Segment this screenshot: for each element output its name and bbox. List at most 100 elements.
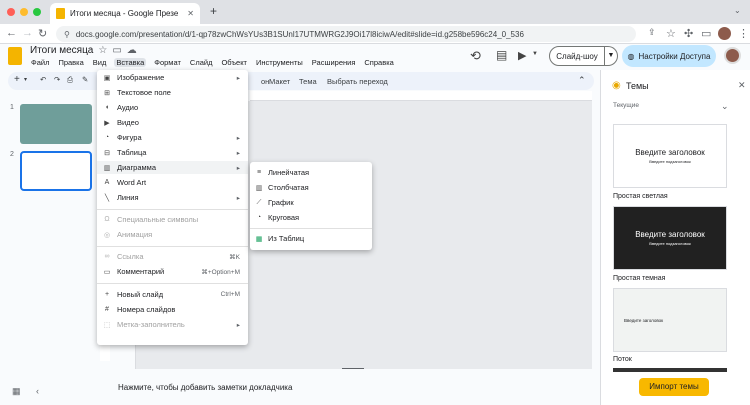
insert-chart-item[interactable]: ▥ Диаграмма ▸ (97, 161, 248, 174)
forward-icon[interactable]: → (22, 27, 33, 39)
insert-line-item[interactable]: ╲ Линия ▸ (97, 191, 248, 204)
close-window-icon[interactable] (7, 8, 15, 16)
url-text: docs.google.com/presentation/d/1-qp78zwC… (75, 29, 524, 39)
move-folder-icon[interactable]: ▭ (112, 45, 121, 56)
insert-special-chars-item[interactable]: Ω Специальные символы (97, 213, 248, 226)
column-chart-icon: ▥ (255, 184, 263, 192)
minimize-window-icon[interactable] (20, 8, 28, 16)
collapse-toolbar-icon[interactable]: ⌃ (578, 75, 586, 86)
menu-bar: Файл Правка Вид Вставка Формат Слайд Объ… (30, 58, 395, 67)
theme-simple-light[interactable]: Введите заголовок Введите подзаголовок (613, 124, 727, 188)
wordart-icon: A (104, 179, 110, 186)
meet-icon[interactable]: ▶ (518, 49, 526, 62)
document-title[interactable]: Итоги месяца (30, 45, 93, 56)
theme-name: Простая светлая (613, 193, 668, 200)
menu-object[interactable]: Объект (220, 58, 248, 67)
browser-menu-icon[interactable]: ⋮ (738, 27, 749, 40)
url-field[interactable]: ⚲ docs.google.com/presentation/d/1-qp78z… (56, 26, 636, 42)
menu-view[interactable]: Вид (92, 58, 108, 67)
site-info-icon[interactable]: ⚲ (64, 30, 70, 39)
menu-format[interactable]: Формат (153, 58, 182, 67)
browser-tab-bar: Итоги месяца - Google Презе ✕ + ⌄ (0, 0, 750, 24)
insert-image-item[interactable]: ▣ Изображение ▸ (97, 71, 248, 84)
new-slide-icon[interactable]: + (14, 74, 20, 85)
insert-textbox-item[interactable]: ⊞ Текстовое поле (97, 86, 248, 99)
insert-animation-item[interactable]: ◎ Анимация (97, 228, 248, 241)
insert-slide-numbers-item[interactable]: # Номера слайдов (97, 303, 248, 316)
theme-flow[interactable]: Введите заголовок (613, 288, 727, 352)
close-panel-icon[interactable]: ✕ (738, 80, 746, 91)
insert-comment-item[interactable]: ▭ Комментарий ⌘+Option+M (97, 265, 248, 278)
insert-table-item[interactable]: ⊟ Таблица ▸ (97, 146, 248, 159)
cloud-status-icon[interactable]: ☁ (127, 45, 137, 56)
section-chevron-icon[interactable]: ⌄ (721, 101, 729, 112)
maximize-window-icon[interactable] (33, 8, 41, 16)
browser-tab[interactable]: Итоги месяца - Google Презе ✕ (50, 3, 200, 24)
menu-extensions[interactable]: Расширения (311, 58, 357, 67)
sidebar-icon[interactable]: ▭ (701, 27, 711, 40)
undo-icon[interactable]: ↶ (40, 75, 46, 84)
insert-audio-item[interactable]: ◖ Аудио (97, 101, 248, 114)
close-tab-icon[interactable]: ✕ (187, 9, 194, 18)
speaker-notes-placeholder[interactable]: Нажмите, чтобы добавить заметки докладчи… (118, 383, 292, 392)
pie-chart-icon: ◔ (256, 214, 262, 221)
account-avatar[interactable] (724, 47, 741, 64)
slide-thumbnail-1[interactable] (20, 104, 92, 144)
bar-chart-item[interactable]: ≡ Линейчатая (250, 166, 372, 179)
new-slide-dropdown-icon[interactable]: ▾ (24, 76, 27, 83)
grid-view-icon[interactable]: ▦ (12, 386, 21, 397)
notes-resize-handle[interactable] (342, 368, 364, 369)
reload-icon[interactable]: ↻ (38, 27, 47, 40)
insert-wordart-item[interactable]: A Word Art (97, 176, 248, 189)
insert-video-item[interactable]: ▶ Видео (97, 116, 248, 129)
column-chart-item[interactable]: ▥ Столбчатая (250, 181, 372, 194)
slide-thumbnail-2[interactable] (20, 151, 92, 191)
theme-next-preview[interactable] (613, 368, 727, 372)
from-sheets-item[interactable]: ▦ Из Таблиц (250, 232, 372, 245)
theme-simple-dark[interactable]: Введите заголовок Введите подзаголовок (613, 206, 727, 270)
slideshow-button[interactable]: Слайд-шоу (549, 46, 605, 66)
image-icon: ▣ (103, 74, 111, 82)
pie-chart-item[interactable]: ◔ Круговая (250, 211, 372, 224)
insert-new-slide-item[interactable]: + Новый слайд Ctrl+M (97, 288, 248, 301)
menu-insert[interactable]: Вставка (114, 58, 147, 67)
menu-tools[interactable]: Инструменты (255, 58, 304, 67)
import-theme-button[interactable]: Импорт темы (639, 378, 709, 396)
submenu-divider (250, 228, 372, 229)
slides-logo-icon[interactable] (8, 47, 22, 65)
paint-format-icon[interactable]: ✎ (82, 75, 88, 84)
slides-favicon-icon (56, 8, 65, 19)
menu-slide[interactable]: Слайд (189, 58, 214, 67)
slide-number-icon: # (105, 306, 109, 313)
extensions-icon[interactable]: ✣ (684, 27, 693, 40)
redo-icon[interactable]: ↷ (54, 75, 60, 84)
profile-avatar[interactable] (718, 27, 731, 40)
line-chart-item[interactable]: ⟋ График (250, 196, 372, 209)
insert-shape-item[interactable]: ◔ Фигура ▸ (97, 131, 248, 144)
menu-file[interactable]: Файл (30, 58, 50, 67)
theme-button[interactable]: Тема (299, 77, 317, 86)
chevron-down-icon[interactable]: ⌄ (734, 6, 741, 15)
collapse-filmstrip-icon[interactable]: ‹ (36, 386, 39, 396)
back-icon[interactable]: ← (6, 27, 17, 39)
transition-button[interactable]: Выбрать переход (327, 77, 388, 86)
omega-icon: Ω (104, 216, 110, 223)
meet-dropdown-icon[interactable]: ▼ (532, 51, 538, 57)
menu-edit[interactable]: Правка (57, 58, 84, 67)
history-icon[interactable]: ⟲ (470, 48, 481, 64)
theme-name: Простая темная (613, 275, 666, 282)
insert-placeholder-item[interactable]: ⬚ Метка-заполнитель ▸ (97, 318, 248, 331)
placeholder-icon: ⬚ (103, 321, 111, 329)
comments-icon[interactable]: ▤ (496, 48, 507, 62)
menu-help[interactable]: Справка (363, 58, 394, 67)
new-tab-button[interactable]: + (210, 4, 217, 18)
shape-icon: ◔ (104, 134, 110, 141)
share-button[interactable]: ◍ Настройки Доступа (622, 45, 716, 67)
layout-button[interactable]: Макет (269, 77, 290, 86)
bookmark-star-icon[interactable]: ☆ (666, 27, 676, 40)
print-icon[interactable]: ⎙ (67, 75, 73, 85)
insert-link-item[interactable]: ∞ Ссылка ⌘K (97, 250, 248, 263)
share-page-icon[interactable]: ⇪ (648, 27, 656, 38)
star-icon[interactable]: ☆ (98, 45, 107, 56)
audio-icon: ◖ (104, 104, 110, 111)
